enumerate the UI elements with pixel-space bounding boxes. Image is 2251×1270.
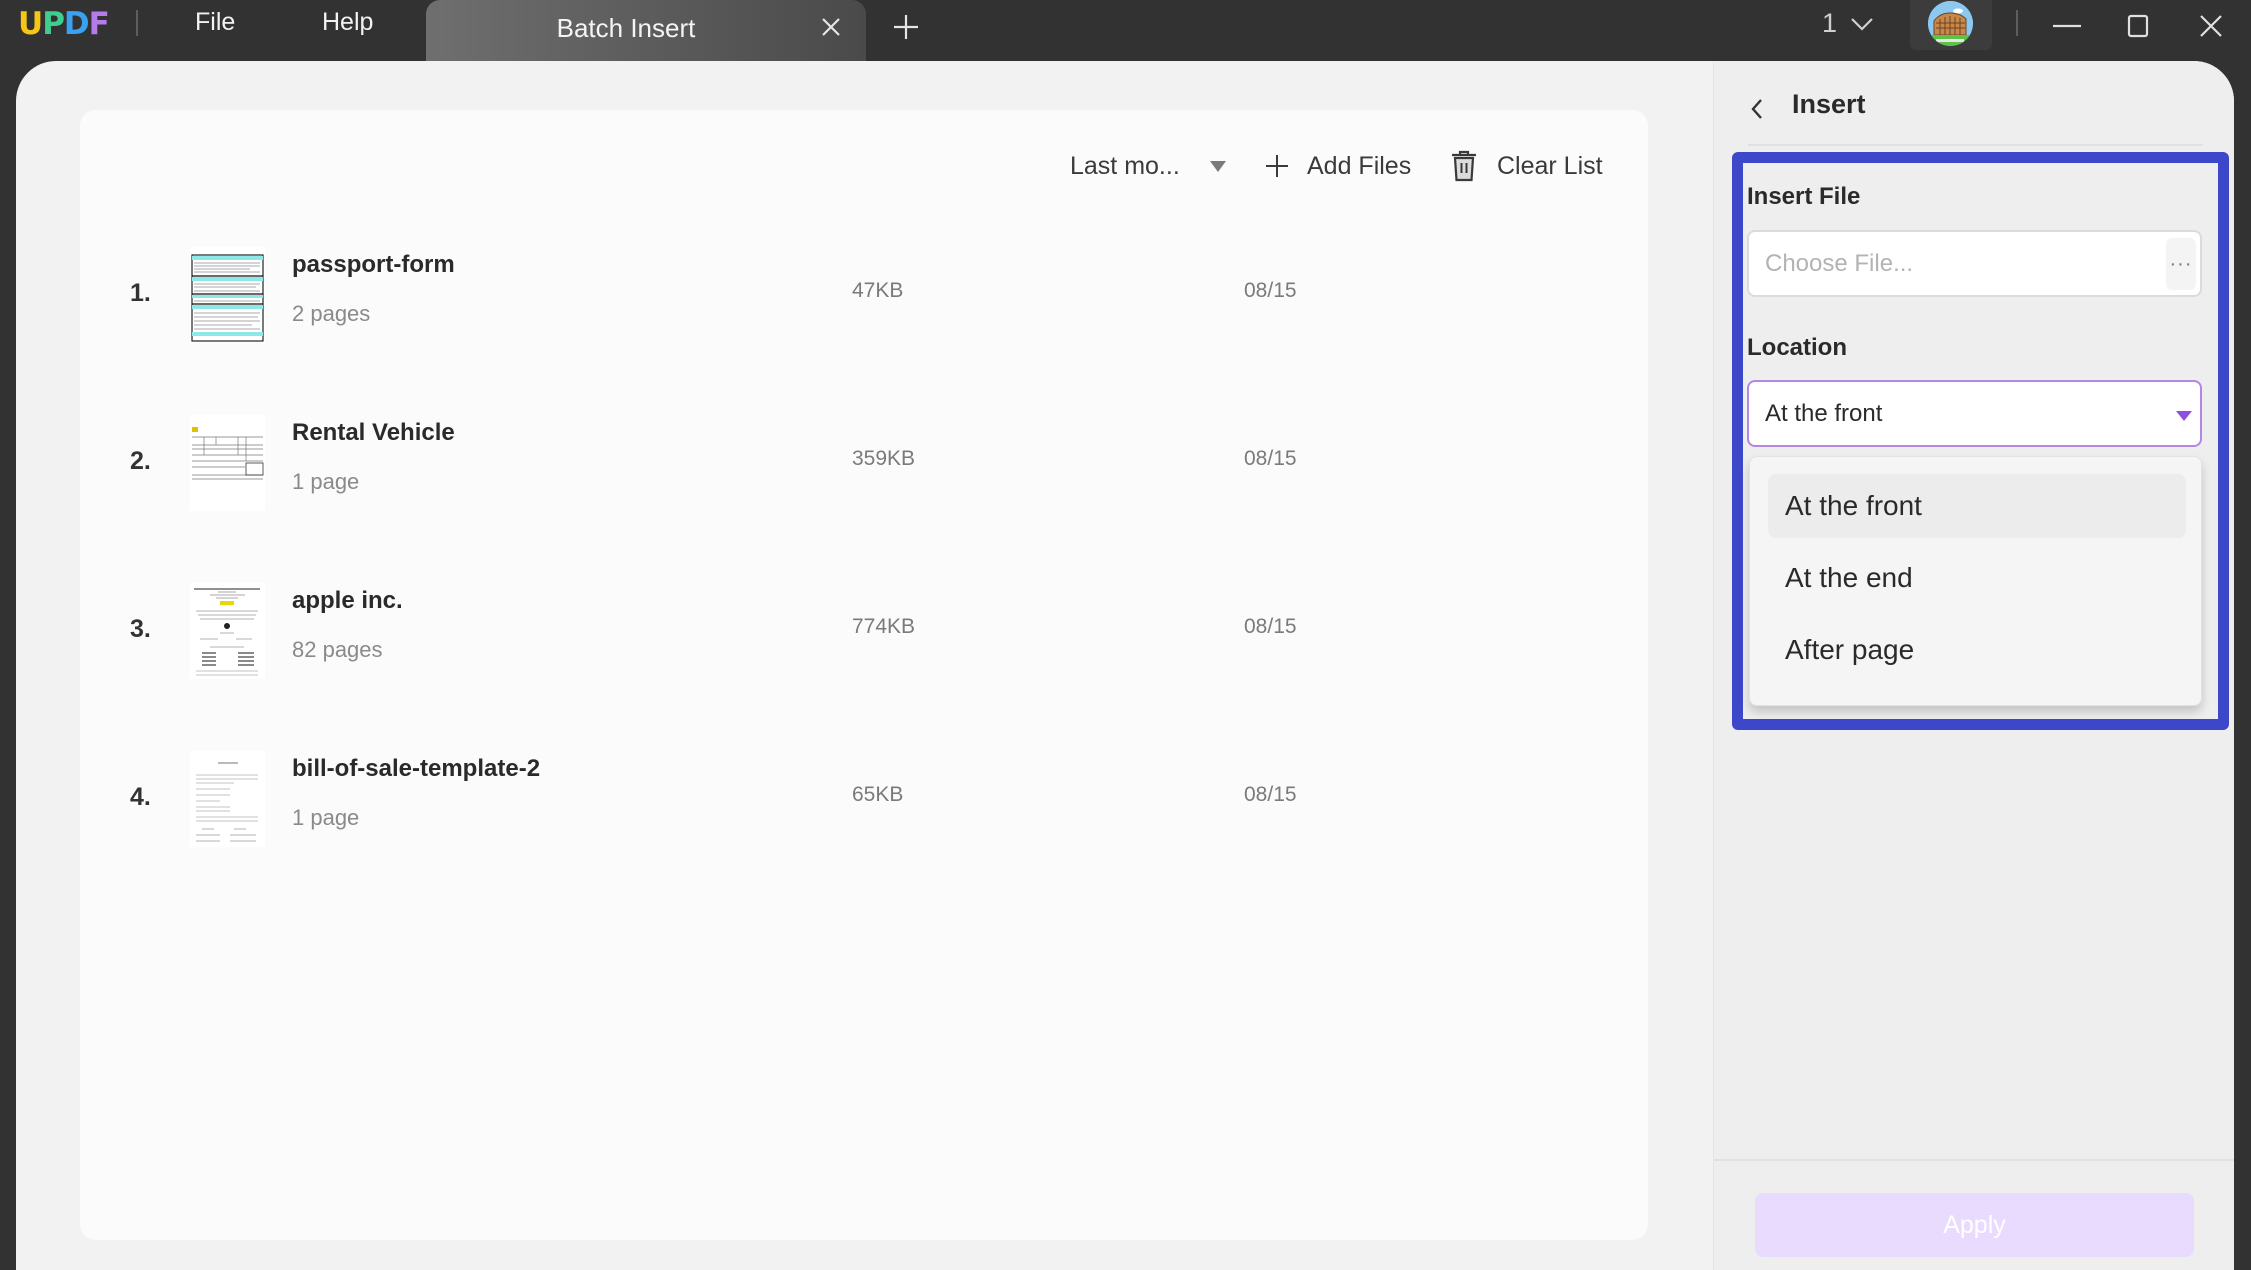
clear-list-button[interactable]: Clear List <box>1449 146 1603 186</box>
panel-title: Insert <box>1792 89 1866 119</box>
document-thumbnail-icon <box>190 415 265 511</box>
file-pages: 1 page <box>292 805 360 830</box>
file-pages: 1 page <box>292 469 360 494</box>
file-row[interactable]: 1. passport-form 2 pages 47KB 08/15 <box>80 227 1648 367</box>
tab-batch-insert[interactable]: Batch Insert <box>426 0 866 61</box>
file-name: passport-form <box>292 251 455 278</box>
logo-letter: U <box>18 6 43 42</box>
sort-dropdown[interactable]: Last mo... <box>1070 146 1226 186</box>
minimize-icon[interactable] <box>2047 6 2087 46</box>
file-name: bill-of-sale-template-2 <box>292 755 541 782</box>
apply-button[interactable]: Apply <box>1755 1193 2194 1257</box>
app-window: Last mo... Add Files Clear List 1. passp… <box>16 61 2234 1270</box>
plus-icon[interactable] <box>890 11 922 43</box>
file-row[interactable]: 4. bill-of-sale-template-2 1 page 65KB 0… <box>80 731 1648 871</box>
add-files-label: Add Files <box>1307 151 1412 180</box>
sort-label: Last mo... <box>1070 151 1180 180</box>
clear-list-label: Clear List <box>1497 151 1603 180</box>
file-thumbnail <box>190 247 265 343</box>
panel-divider <box>1748 144 2203 146</box>
maximize-icon[interactable] <box>2118 6 2158 46</box>
location-option-after-page[interactable]: After page <box>1768 618 2186 682</box>
document-thumbnail-icon <box>190 583 265 679</box>
file-date: 08/15 <box>1244 783 1297 806</box>
titlebar-divider <box>136 10 138 36</box>
page-indicator[interactable]: 1 <box>1822 8 1837 39</box>
file-size: 47KB <box>852 279 904 302</box>
logo-letter: D <box>63 6 90 42</box>
plus-icon <box>1266 155 1288 177</box>
caret-down-icon <box>2176 411 2192 421</box>
file-date: 08/15 <box>1244 279 1297 302</box>
avatar[interactable] <box>1928 1 1973 46</box>
file-pages: 82 pages <box>292 637 383 662</box>
file-row[interactable]: 3. apple inc. 82 pages 774KB 08/15 <box>80 563 1648 703</box>
file-date: 08/15 <box>1244 615 1297 638</box>
close-icon[interactable] <box>2191 6 2231 46</box>
insert-file-label: Insert File <box>1747 183 1861 210</box>
more-dots-icon: ··· <box>2169 252 2193 275</box>
location-option-end[interactable]: At the end <box>1768 546 2186 610</box>
file-size: 774KB <box>852 615 916 638</box>
trash-icon <box>1452 150 1476 182</box>
file-name: Rental Vehicle <box>292 419 455 446</box>
file-date: 08/15 <box>1244 447 1297 470</box>
file-size: 65KB <box>852 783 904 806</box>
caret-down-icon <box>1209 160 1226 172</box>
row-index: 3. <box>130 615 151 643</box>
document-thumbnail-icon <box>190 751 265 847</box>
document-thumbnail-icon <box>190 247 265 343</box>
location-label: Location <box>1747 334 1847 361</box>
location-select[interactable]: At the front <box>1747 380 2202 447</box>
location-dropdown-menu: At the front At the end After page <box>1749 456 2202 706</box>
colosseum-icon <box>1928 1 1973 46</box>
chevron-left-icon[interactable] <box>1746 95 1768 123</box>
browse-button[interactable]: ··· <box>2166 238 2196 290</box>
tab-label: Batch Insert <box>556 13 696 43</box>
file-thumbnail <box>190 583 265 679</box>
updf-logo: UPDF <box>18 6 110 42</box>
chevron-down-icon[interactable] <box>1848 12 1876 36</box>
title-bar: UPDF File Help Batch Insert 1 <box>0 0 2251 61</box>
location-selected-value: At the front <box>1765 400 1883 427</box>
panel-footer-divider <box>1714 1159 2234 1161</box>
menu-help[interactable]: Help <box>322 8 373 37</box>
row-index: 2. <box>130 447 151 475</box>
row-index: 1. <box>130 279 151 307</box>
choose-file-input[interactable] <box>1765 246 2125 282</box>
add-files-button[interactable]: Add Files <box>1265 146 1411 186</box>
location-option-front[interactable]: At the front <box>1768 474 2186 538</box>
file-thumbnail <box>190 415 265 511</box>
file-row[interactable]: 2. Rental Vehicle 1 page 359KB 08/15 <box>80 395 1648 535</box>
logo-letter: P <box>42 6 65 42</box>
close-icon[interactable] <box>816 12 846 42</box>
insert-panel: Insert Insert File ··· Location At the f… <box>1713 61 2234 1270</box>
logo-letter: F <box>88 6 110 42</box>
menu-file[interactable]: File <box>195 8 235 37</box>
titlebar-divider <box>2016 10 2018 36</box>
row-index: 4. <box>130 783 151 811</box>
file-pages: 2 pages <box>292 301 371 326</box>
file-thumbnail <box>190 751 265 847</box>
file-size: 359KB <box>852 447 916 470</box>
file-list-card: Last mo... Add Files Clear List 1. passp… <box>80 110 1648 1240</box>
choose-file-field[interactable]: ··· <box>1747 230 2202 297</box>
file-name: apple inc. <box>292 587 403 614</box>
